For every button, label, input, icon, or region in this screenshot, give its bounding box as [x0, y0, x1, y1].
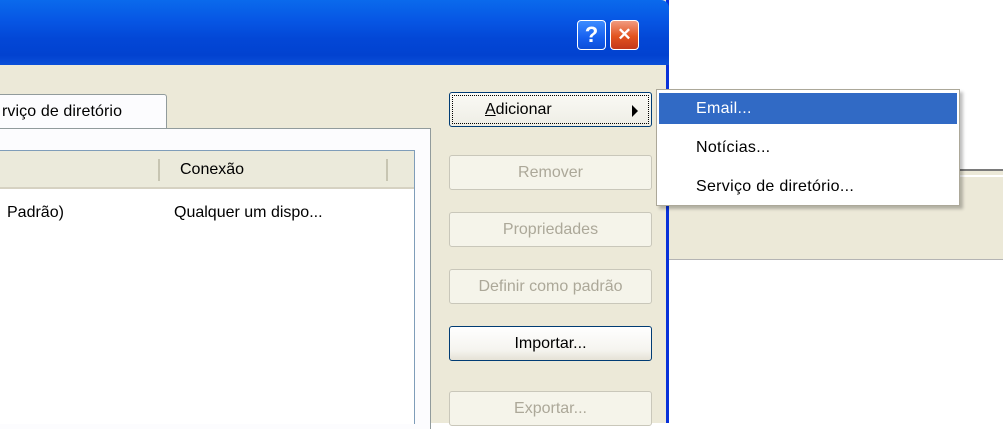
close-button[interactable]: ✕ — [610, 20, 639, 50]
import-button[interactable]: Importar... — [449, 326, 652, 361]
column-separator[interactable] — [158, 159, 160, 181]
add-button[interactable]: Adicionar — [449, 92, 652, 127]
help-button[interactable]: ? — [577, 20, 606, 50]
tab-label: rviço de diretório — [2, 102, 123, 120]
account-name: Padrão) — [7, 204, 64, 221]
account-connection: Qualquer um dispo... — [174, 204, 323, 221]
accounts-dialog: ? ✕ rviço de diretório Conexão Padrão) Q… — [0, 0, 669, 429]
column-separator[interactable] — [386, 159, 388, 181]
add-submenu: Email... Notícias... Serviço de diretóri… — [656, 89, 960, 206]
remove-button[interactable]: Remover — [449, 155, 652, 190]
menu-item-directory-service[interactable]: Serviço de diretório... — [659, 171, 957, 202]
submenu-arrow-icon — [632, 105, 638, 117]
title-bar[interactable]: ? ✕ — [0, 0, 669, 65]
menu-item-news[interactable]: Notícias... — [659, 132, 957, 163]
properties-button[interactable]: Propriedades — [449, 212, 652, 247]
help-icon: ? — [584, 22, 599, 47]
set-default-button[interactable]: Definir como padrão — [449, 269, 652, 304]
column-header-connection[interactable]: Conexão — [180, 161, 244, 179]
add-button-label: Adicionar — [485, 100, 552, 118]
close-icon: ✕ — [617, 25, 632, 44]
export-button[interactable]: Exportar... — [449, 391, 652, 426]
menu-item-email[interactable]: Email... — [659, 93, 957, 124]
accounts-list[interactable]: Conexão Padrão) Qualquer um dispo... — [0, 150, 415, 424]
list-header: Conexão — [0, 151, 414, 189]
tab-directory-service[interactable]: rviço de diretório — [0, 94, 167, 128]
